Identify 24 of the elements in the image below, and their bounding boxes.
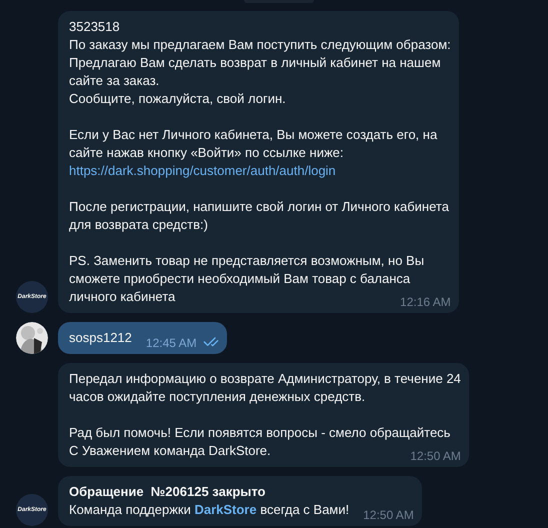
message-line: С Уважением команда DarkStore.: [69, 442, 271, 460]
message-title: Обращение №206125 закрыто: [69, 483, 266, 501]
message-time: 12:16 AM: [399, 295, 451, 309]
message-line: Рад был помочь! Если появятся вопросы - смело обращайтесь: [69, 424, 450, 442]
message-time: 12:50 AM: [362, 508, 414, 522]
message-line: Если у Вас нет Личного кабинета, Вы можете создать его, на: [69, 126, 438, 144]
message-line: сайте нажав кнопку «Войти» по ссылке ниже:: [69, 144, 344, 162]
message-line: sosps1212: [69, 329, 132, 347]
message-line: личного кабинета: [69, 288, 176, 306]
message-line: PS. Заменить товар не представляется возможным, но Вы: [69, 252, 424, 270]
message-line: часов ожидайте поступления денежных средств.: [69, 388, 366, 406]
message-line: сайте за заказ.: [69, 72, 160, 90]
message-line: Предлагаю Вам сделать возврат в личный кабинет на нашем: [69, 54, 441, 72]
link[interactable]: https://dark.shopping/customer/auth/auth/login: [69, 162, 336, 180]
message-line: сможете приобрести необходимый Вам товар с баланса: [69, 270, 410, 288]
message-line: После регистрации, напишите свой логин от Личного кабинета: [69, 198, 449, 216]
message-line: Команда поддержки DarkStore всегда с Вами!: [69, 501, 350, 519]
message-line: Передал информацию о возврате Администратору, в течение 24: [69, 370, 461, 388]
message-line: По заказу мы предлагаем Вам поступить следующим образом:: [69, 36, 451, 54]
message-line: Сообщите, пожалуйста, свой логин.: [69, 90, 286, 108]
message-line: 3523518: [69, 18, 120, 36]
message-time: 12:50 AM: [409, 449, 461, 463]
message-line: для возврата средств:): [69, 216, 208, 234]
message-time: 12:45 AM: [144, 336, 197, 350]
